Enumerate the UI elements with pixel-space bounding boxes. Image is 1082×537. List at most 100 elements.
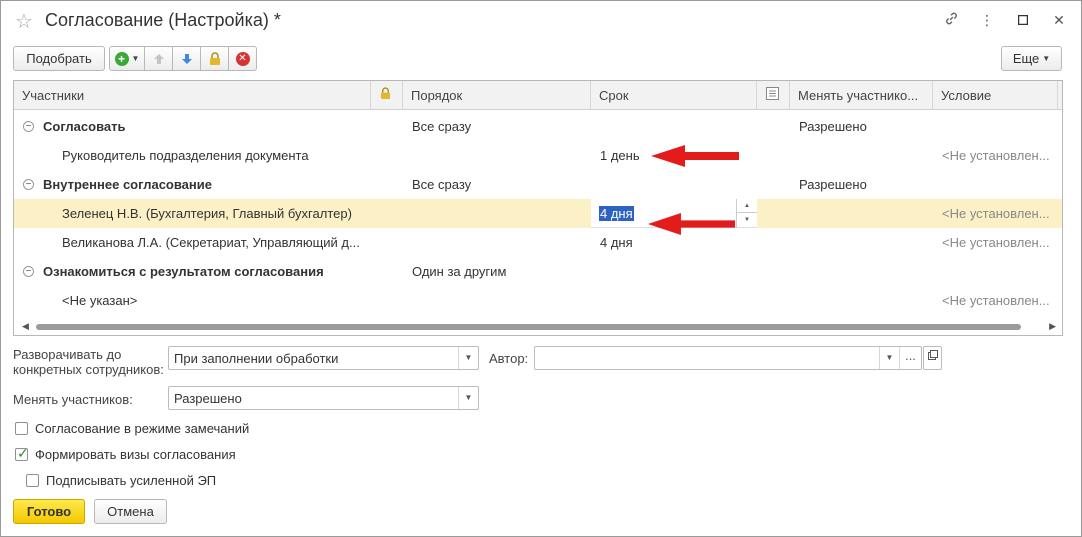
column-header-note[interactable] [757, 81, 790, 110]
deadline-spinner[interactable]: ▲ ▼ [736, 199, 757, 228]
title-actions: ⋮ ✕ [943, 11, 1067, 29]
remarks-checkbox[interactable] [15, 422, 28, 435]
more-button[interactable]: Еще ▼ [1001, 46, 1062, 71]
participant-cell: Согласовать [43, 119, 126, 134]
lock-icon [209, 51, 220, 65]
condition-cell: <Не установлен... [942, 235, 1050, 250]
arrow-up-icon [153, 53, 164, 64]
change-participants-select[interactable]: Разрешено ▼ [168, 386, 479, 410]
deadline-cell: 1 день [600, 148, 640, 163]
expand-select-value: При заполнении обработки [174, 351, 339, 366]
order-cell: Все сразу [412, 119, 472, 134]
sign-checkbox-row[interactable]: Подписывать усиленной ЭП [26, 473, 216, 488]
add-button[interactable]: + ▼ [109, 46, 145, 71]
scroll-left-icon[interactable]: ◀ [22, 321, 29, 332]
open-window-icon [927, 350, 938, 360]
order-cell: Один за другим [412, 264, 507, 279]
participant-cell: Руководитель подразделения документа [62, 148, 309, 163]
toolbar-button-group: + ▼ ✕ [109, 46, 257, 71]
remarks-checkbox-label: Согласование в режиме замечаний [35, 421, 250, 436]
table-row[interactable]: Великанова Л.А. (Секретариат, Управляющи… [14, 228, 1062, 257]
expand-label: Разворачивать до конкретных сотрудников: [13, 347, 164, 377]
spin-up-icon[interactable]: ▲ [737, 199, 757, 213]
scroll-right-icon[interactable]: ▶ [1049, 321, 1056, 332]
table-header: Участники Порядок Срок Менять участнико.… [14, 81, 1062, 110]
deadline-edit-value[interactable]: 4 дня [599, 206, 634, 221]
participants-table: Участники Порядок Срок Менять участнико.… [13, 80, 1063, 336]
column-header-participants[interactable]: Участники [14, 81, 371, 110]
document-icon [766, 87, 779, 100]
table-row[interactable]: − Согласовать Все сразу Разрешено [14, 112, 1062, 141]
column-header-change-participants[interactable]: Менять участнико... [790, 81, 933, 110]
participant-cell: Внутреннее согласование [43, 177, 212, 192]
settings-window: ☆ Согласование (Настройка) * ⋮ ✕ Подобра… [0, 0, 1082, 537]
grid-toolbar: Подобрать + ▼ ✕ [13, 46, 257, 71]
scrollbar-thumb[interactable] [36, 324, 1021, 330]
condition-cell: <Не установлен... [942, 206, 1050, 221]
remarks-checkbox-row[interactable]: Согласование в режиме замечаний [15, 421, 249, 436]
collapse-icon[interactable]: − [23, 121, 34, 132]
close-icon[interactable]: ✕ [1051, 12, 1067, 29]
cancel-button[interactable]: Отмена [94, 499, 167, 524]
lock-button[interactable] [200, 46, 229, 71]
lock-icon [380, 87, 391, 99]
sign-checkbox[interactable] [26, 474, 39, 487]
collapse-icon[interactable]: − [23, 179, 34, 190]
link-icon[interactable] [943, 11, 959, 29]
arrow-down-icon [181, 53, 192, 64]
participant-cell: Ознакомиться с результатом согласования [43, 264, 324, 279]
visas-checkbox-row[interactable]: ✓ Формировать визы согласования [15, 445, 236, 462]
move-up-button[interactable] [144, 46, 173, 71]
change-participants-label: Менять участников: [13, 392, 133, 407]
chevron-down-icon[interactable]: ▼ [458, 387, 478, 409]
more-label: Еще [1012, 51, 1040, 66]
annotation-arrow-2 [647, 213, 736, 235]
author-field[interactable]: ▼ ... [534, 346, 922, 370]
chevron-down-icon: ▼ [1042, 54, 1051, 63]
column-header-lock[interactable] [371, 81, 403, 110]
window-title: Согласование (Настройка) * [45, 10, 281, 30]
delete-button[interactable]: ✕ [228, 46, 257, 71]
table-row[interactable]: − Ознакомиться с результатом согласовани… [14, 257, 1062, 286]
horizontal-scrollbar[interactable]: ◀ ▶ [14, 319, 1062, 335]
visas-checkbox-label: Формировать визы согласования [35, 447, 236, 462]
visas-checkbox[interactable]: ✓ [15, 445, 29, 461]
change-cell: Разрешено [799, 177, 867, 192]
condition-cell: <Не установлен... [942, 293, 1050, 308]
delete-icon: ✕ [235, 51, 250, 66]
pick-button[interactable]: Подобрать [13, 46, 105, 71]
change-cell: Разрешено [799, 119, 867, 134]
collapse-icon[interactable]: − [23, 266, 34, 277]
chevron-down-icon[interactable]: ▼ [458, 347, 478, 369]
column-header-condition[interactable]: Условие [933, 81, 1058, 110]
maximize-icon[interactable] [1015, 12, 1031, 28]
table-row-selected[interactable]: Зеленец Н.В. (Бухгалтерия, Главный бухга… [14, 199, 1062, 228]
done-button[interactable]: Готово [13, 499, 85, 524]
condition-cell: <Не установлен... [942, 148, 1050, 163]
sign-checkbox-label: Подписывать усиленной ЭП [46, 473, 217, 488]
chevron-down-icon[interactable]: ▼ [879, 347, 899, 369]
table-row[interactable]: <Не указан> <Не установлен... [14, 286, 1062, 315]
expand-select[interactable]: При заполнении обработки ▼ [168, 346, 479, 370]
annotation-arrow-1 [651, 145, 739, 167]
change-participants-value: Разрешено [174, 391, 242, 406]
add-icon: + [114, 51, 129, 66]
table-row[interactable]: − Внутреннее согласование Все сразу Разр… [14, 170, 1062, 199]
move-down-button[interactable] [172, 46, 201, 71]
deadline-cell: 4 дня [600, 235, 633, 250]
participant-cell: Великанова Л.А. (Секретариат, Управляющи… [62, 235, 360, 250]
table-row[interactable]: Руководитель подразделения документа 1 д… [14, 141, 1062, 170]
order-cell: Все сразу [412, 177, 472, 192]
author-label: Автор: [489, 351, 529, 366]
checkmark-icon: ✓ [17, 445, 29, 461]
column-header-deadline[interactable]: Срок [591, 81, 757, 110]
open-author-button[interactable] [923, 346, 942, 370]
participant-cell: <Не указан> [62, 293, 138, 308]
participant-cell: Зеленец Н.В. (Бухгалтерия, Главный бухга… [62, 206, 352, 221]
column-header-order[interactable]: Порядок [403, 81, 591, 110]
more-vertical-icon[interactable]: ⋮ [979, 12, 995, 29]
favorite-star-icon[interactable]: ☆ [15, 9, 33, 34]
title-bar: ☆ Согласование (Настройка) * ⋮ ✕ [1, 1, 1081, 41]
select-more-icon[interactable]: ... [899, 347, 921, 369]
spin-down-icon[interactable]: ▼ [737, 213, 757, 227]
